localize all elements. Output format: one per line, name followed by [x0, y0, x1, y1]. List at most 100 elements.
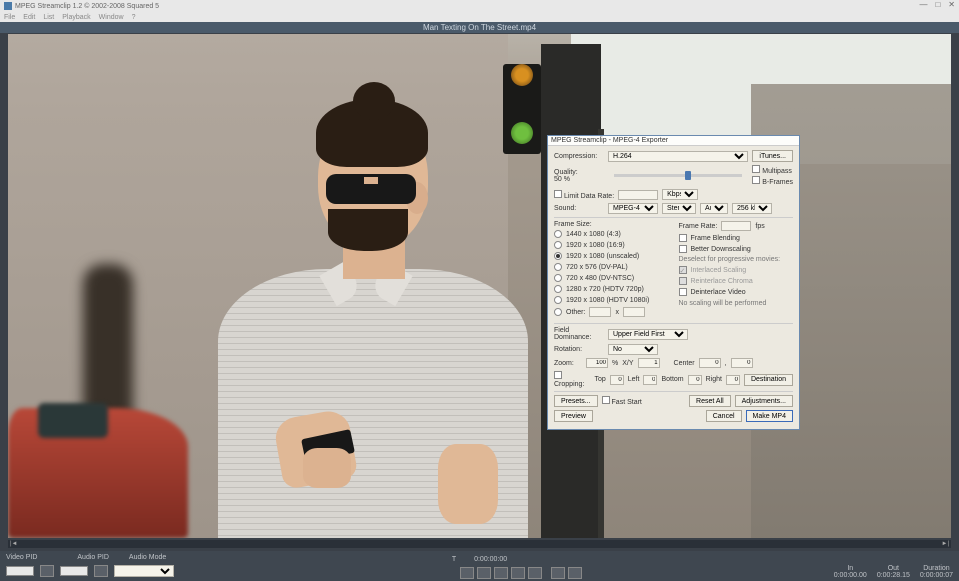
preview-button[interactable]: Preview: [554, 410, 593, 422]
dur-value: 0:00:00:07: [920, 572, 953, 579]
framesize-label: Frame Size:: [554, 221, 669, 228]
menu-window[interactable]: Window: [99, 14, 124, 21]
center-label: Center: [674, 360, 695, 367]
size-opt-7[interactable]: Other: x: [554, 307, 669, 317]
close-button[interactable]: ✕: [948, 0, 955, 9]
zoom-pct: %: [612, 360, 618, 367]
other-h[interactable]: [623, 307, 645, 317]
audio-mode-select[interactable]: [114, 565, 174, 577]
footer-center: T 0:00:00:00: [452, 556, 507, 563]
datarate-check[interactable]: Limit Data Rate:: [554, 190, 614, 200]
crop-bottom-label: Bottom: [661, 376, 683, 383]
framerate-input[interactable]: [721, 221, 751, 231]
video-content: [438, 444, 498, 524]
itunes-button[interactable]: iTunes...: [752, 150, 793, 162]
sound-codec[interactable]: MPEG-4 AAC: [608, 203, 658, 214]
size-opt-3[interactable]: 720 x 576 (DV-PAL): [554, 263, 669, 271]
crop-right[interactable]: [726, 375, 740, 385]
cropping-check[interactable]: Cropping:: [554, 371, 590, 388]
size-opt-6[interactable]: 1920 x 1080 (HDTV 1080i): [554, 296, 669, 304]
t-value: 0:00:00:00: [474, 556, 507, 563]
noscaling-label: No scaling will be performed: [679, 300, 794, 307]
audio-mode-label: Audio Mode: [129, 554, 166, 561]
frame-blending-check[interactable]: Frame Blending: [679, 234, 794, 242]
video-viewport: [8, 34, 951, 538]
video-pid-stepper[interactable]: [40, 565, 54, 577]
deinterlace-check[interactable]: Deinterlace Video: [679, 288, 794, 296]
play-end-icon[interactable]: ►|: [942, 541, 950, 547]
audio-pid-label: Audio PID: [77, 554, 109, 561]
video-content: [511, 122, 533, 144]
transport-play[interactable]: [494, 567, 508, 579]
sound-mode[interactable]: Stereo: [662, 203, 696, 214]
video-pid-label: Video PID: [6, 554, 37, 561]
better-downscaling-check[interactable]: Better Downscaling: [679, 245, 794, 253]
cancel-button[interactable]: Cancel: [706, 410, 742, 422]
bframes-check[interactable]: B-Frames: [752, 176, 793, 186]
center-y[interactable]: [731, 358, 753, 368]
footer: Video PID Audio PID Audio Mode T 0:00:00…: [0, 551, 959, 581]
rotation-select[interactable]: No: [608, 344, 658, 355]
multipass-check[interactable]: Multipass: [752, 165, 793, 175]
make-mp4-button[interactable]: Make MP4: [746, 410, 793, 422]
slider-thumb[interactable]: [685, 171, 691, 180]
audio-pid-stepper[interactable]: [94, 565, 108, 577]
menu-edit[interactable]: Edit: [23, 14, 35, 21]
destination-button[interactable]: Destination: [744, 374, 793, 386]
video-content: [364, 177, 378, 184]
menu-file[interactable]: File: [4, 14, 15, 21]
out-value: 0:00:28.15: [877, 572, 910, 579]
transport-rew[interactable]: [477, 567, 491, 579]
size-opt-4[interactable]: 720 x 480 (DV-NTSC): [554, 274, 669, 282]
playback-bar[interactable]: |◄ ►|: [8, 540, 951, 548]
reinterlace-check[interactable]: Reinterlace Chroma: [679, 277, 794, 285]
datarate-unit[interactable]: Kbps: [662, 189, 698, 200]
fps-label: fps: [755, 223, 764, 230]
center-x[interactable]: [699, 358, 721, 368]
menu-list[interactable]: List: [43, 14, 54, 21]
video-pid-input[interactable]: [6, 566, 34, 576]
sound-auto[interactable]: Auto: [700, 203, 728, 214]
other-w[interactable]: [589, 307, 611, 317]
quality-slider[interactable]: [614, 174, 742, 177]
compression-label: Compression:: [554, 153, 604, 160]
transport-fwd[interactable]: [511, 567, 525, 579]
video-content: [303, 448, 351, 488]
minimize-button[interactable]: —: [919, 0, 927, 9]
dur-label: Duration: [923, 565, 949, 572]
xy-input[interactable]: [638, 358, 660, 368]
resetall-button[interactable]: Reset All: [689, 395, 731, 407]
size-opt-5[interactable]: 1280 x 720 (HDTV 720p): [554, 285, 669, 293]
transport-next[interactable]: [528, 567, 542, 579]
zoom-input[interactable]: [586, 358, 608, 368]
interlaced-check[interactable]: ✓Interlaced Scaling: [679, 266, 794, 274]
filename: Man Texting On The Street.mp4: [423, 23, 536, 32]
transport-extra1[interactable]: [551, 567, 565, 579]
menu-help[interactable]: ?: [132, 14, 136, 21]
video-content: [38, 403, 108, 438]
transport-prev[interactable]: [460, 567, 474, 579]
footer-right: In0:00:00.00 Out0:00:28.15 Duration0:00:…: [834, 565, 953, 579]
compression-select[interactable]: H.264: [608, 151, 748, 162]
size-opt-0[interactable]: 1440 x 1080 (4:3): [554, 230, 669, 238]
in-label: In: [847, 565, 853, 572]
menu-playback[interactable]: Playback: [62, 14, 90, 21]
crop-bottom[interactable]: [688, 375, 702, 385]
size-opt-2[interactable]: 1920 x 1080 (unscaled): [554, 252, 669, 260]
faststart-check[interactable]: Fast Start: [602, 396, 642, 406]
quality-label: Quality:50 %: [554, 169, 604, 183]
crop-top[interactable]: [610, 375, 624, 385]
datarate-input[interactable]: [618, 190, 658, 200]
presets-button[interactable]: Presets...: [554, 395, 598, 407]
zoom-label: Zoom:: [554, 360, 582, 367]
size-opt-1[interactable]: 1920 x 1080 (16:9): [554, 241, 669, 249]
maximize-button[interactable]: □: [935, 0, 940, 9]
audio-pid-input[interactable]: [60, 566, 88, 576]
deselect-prog-label: Deselect for progressive movies:: [679, 256, 794, 263]
field-dom-select[interactable]: Upper Field First: [608, 329, 688, 340]
adjustments-button[interactable]: Adjustments...: [735, 395, 793, 407]
crop-left[interactable]: [643, 375, 657, 385]
transport-extra2[interactable]: [568, 567, 582, 579]
play-start-icon[interactable]: |◄: [10, 541, 18, 547]
sound-rate[interactable]: 256 kbps: [732, 203, 772, 214]
